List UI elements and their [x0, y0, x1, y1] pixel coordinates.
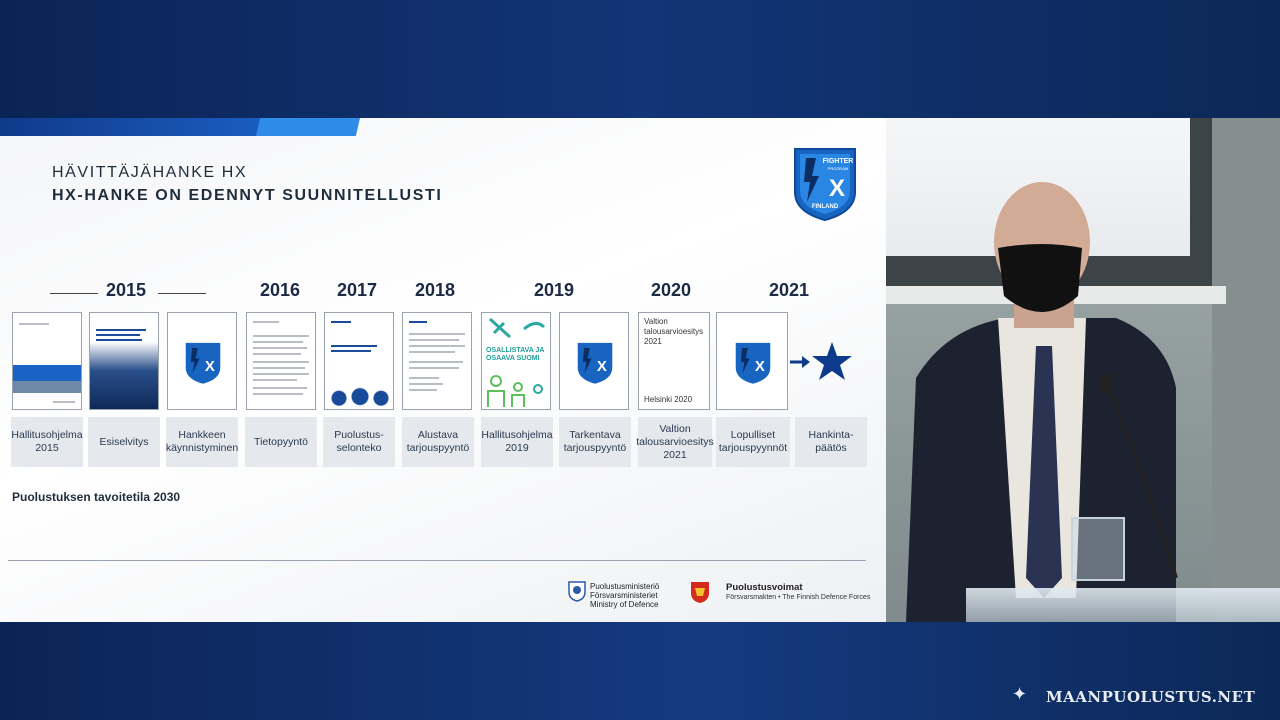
badge-mid-text: PROGRAM	[828, 166, 849, 171]
label-puolustusselonteko: Puolustus- selonteko	[323, 417, 395, 467]
defence-forces-lion-icon	[691, 582, 709, 603]
year-2015-rule-right	[158, 293, 206, 294]
watermark-text: MAANPUOLUSTUS.NET	[1046, 688, 1256, 706]
doc-tietopyynto	[246, 312, 316, 410]
presentation-slide: HÄVITTÄJÄHANKE HX HX-HANKE ON EDENNYT SU…	[0, 118, 886, 622]
budget-city: Helsinki 2020	[644, 395, 693, 404]
people-icon	[487, 375, 543, 407]
label-esiselvitys: Esiselvitys	[88, 417, 160, 467]
year-2020: 2020	[651, 280, 692, 300]
year-2018: 2018	[415, 280, 456, 300]
doc-hallitusohjelma-2019: OSALLISTAVA JA OSAAVA SUOMI	[481, 312, 551, 410]
badge-top-text: FIGHTER	[823, 158, 854, 165]
slide-header-stripe-accent	[256, 118, 360, 136]
label-hankkeen-kaynnistyminen: Hankkeen käynnistyminen	[166, 417, 238, 467]
badge-icon: X	[185, 342, 221, 384]
budget-title: Valtion talousarvioesitys 2021	[644, 317, 704, 346]
label-valtion-talousarvioesitys: Valtion talousarvioesitys 2021	[636, 417, 714, 467]
svg-text:X: X	[597, 358, 607, 375]
label-hallitusohjelma-2015: Hallitusohjelma 2015	[11, 417, 83, 467]
slide-kicker: HÄVITTÄJÄHANKE HX	[52, 164, 248, 181]
ministry-lion-icon	[568, 581, 586, 602]
doc-lopulliset-tarjouspyynnot: X	[716, 312, 788, 410]
badge-icon: X	[735, 342, 771, 384]
year-2016: 2016	[260, 280, 301, 300]
podium	[966, 588, 1280, 622]
doc-esiselvitys	[89, 312, 159, 410]
ministry-line-en: Ministry of Defence	[590, 600, 659, 609]
slide-headline: HX-HANKE ON EDENNYT SUUNNITELLUSTI	[52, 187, 443, 204]
badge-icon: X	[577, 342, 613, 384]
osallistava-line1: OSALLISTAVA JA	[486, 347, 545, 354]
year-2021: 2021	[769, 280, 810, 300]
star-icon	[812, 342, 852, 380]
svg-text:X: X	[755, 358, 765, 375]
label-tietopyynto: Tietopyyntö	[245, 417, 317, 467]
defence-forces-name: Puolustusvoimat	[726, 582, 803, 593]
soldier-icon: ✦	[1012, 684, 1028, 704]
top-background-band	[0, 0, 1280, 118]
satellite-icon	[488, 317, 546, 339]
speaker-figure	[906, 182, 1178, 622]
doc-hallitusohjelma-2015	[12, 312, 82, 410]
label-lopulliset-tarjouspyynnot: Lopulliset tarjouspyynnöt	[716, 417, 790, 467]
label-tarkentava-tarjouspyynto: Tarkentava tarjouspyyntö	[559, 417, 631, 467]
speaker-camera-feed	[886, 118, 1280, 622]
badge-x-text: X	[829, 175, 845, 202]
doc-tarkentava-tarjouspyynto: X	[559, 312, 629, 410]
defence-forces-subtitle: Försvarsmakten • The Finnish Defence For…	[726, 594, 871, 601]
osallistava-line2: OSAAVA SUOMI	[486, 355, 540, 362]
doc-puolustusselonteko	[324, 312, 394, 410]
year-2019: 2019	[534, 280, 575, 300]
ministry-line-fi: Puolustusministeriö	[590, 582, 660, 591]
svg-text:X: X	[205, 358, 215, 375]
label-hallitusohjelma-2019: Hallitusohjelma 2019	[481, 417, 553, 467]
label-alustava-tarjouspyynto: Alustava tarjouspyyntö	[402, 417, 474, 467]
doc-hankkeen-kaynnistyminen: X	[167, 312, 237, 410]
footer-rule	[8, 560, 866, 561]
arrow-to-star-icon	[790, 342, 852, 380]
label-hankintapaatos: Hankinta- päätös	[795, 417, 867, 467]
hx-fighter-program-badge: FIGHTER PROGRAM X FINLAND	[794, 148, 856, 222]
year-2015: 2015	[106, 280, 147, 300]
year-2017: 2017	[337, 280, 378, 300]
badge-bottom-text: FINLAND	[812, 204, 839, 210]
target-state-text: Puolustuksen tavoitetila 2030	[12, 490, 181, 504]
ministry-line-sv: Försvarsministeriet	[590, 591, 658, 600]
doc-valtion-talousarvioesitys: Valtion talousarvioesitys 2021 Helsinki …	[638, 312, 710, 410]
ministry-name: Puolustusministeriö Försvarsministeriet …	[590, 582, 659, 609]
year-2015-rule-left	[50, 293, 98, 294]
doc-alustava-tarjouspyynto	[402, 312, 472, 410]
